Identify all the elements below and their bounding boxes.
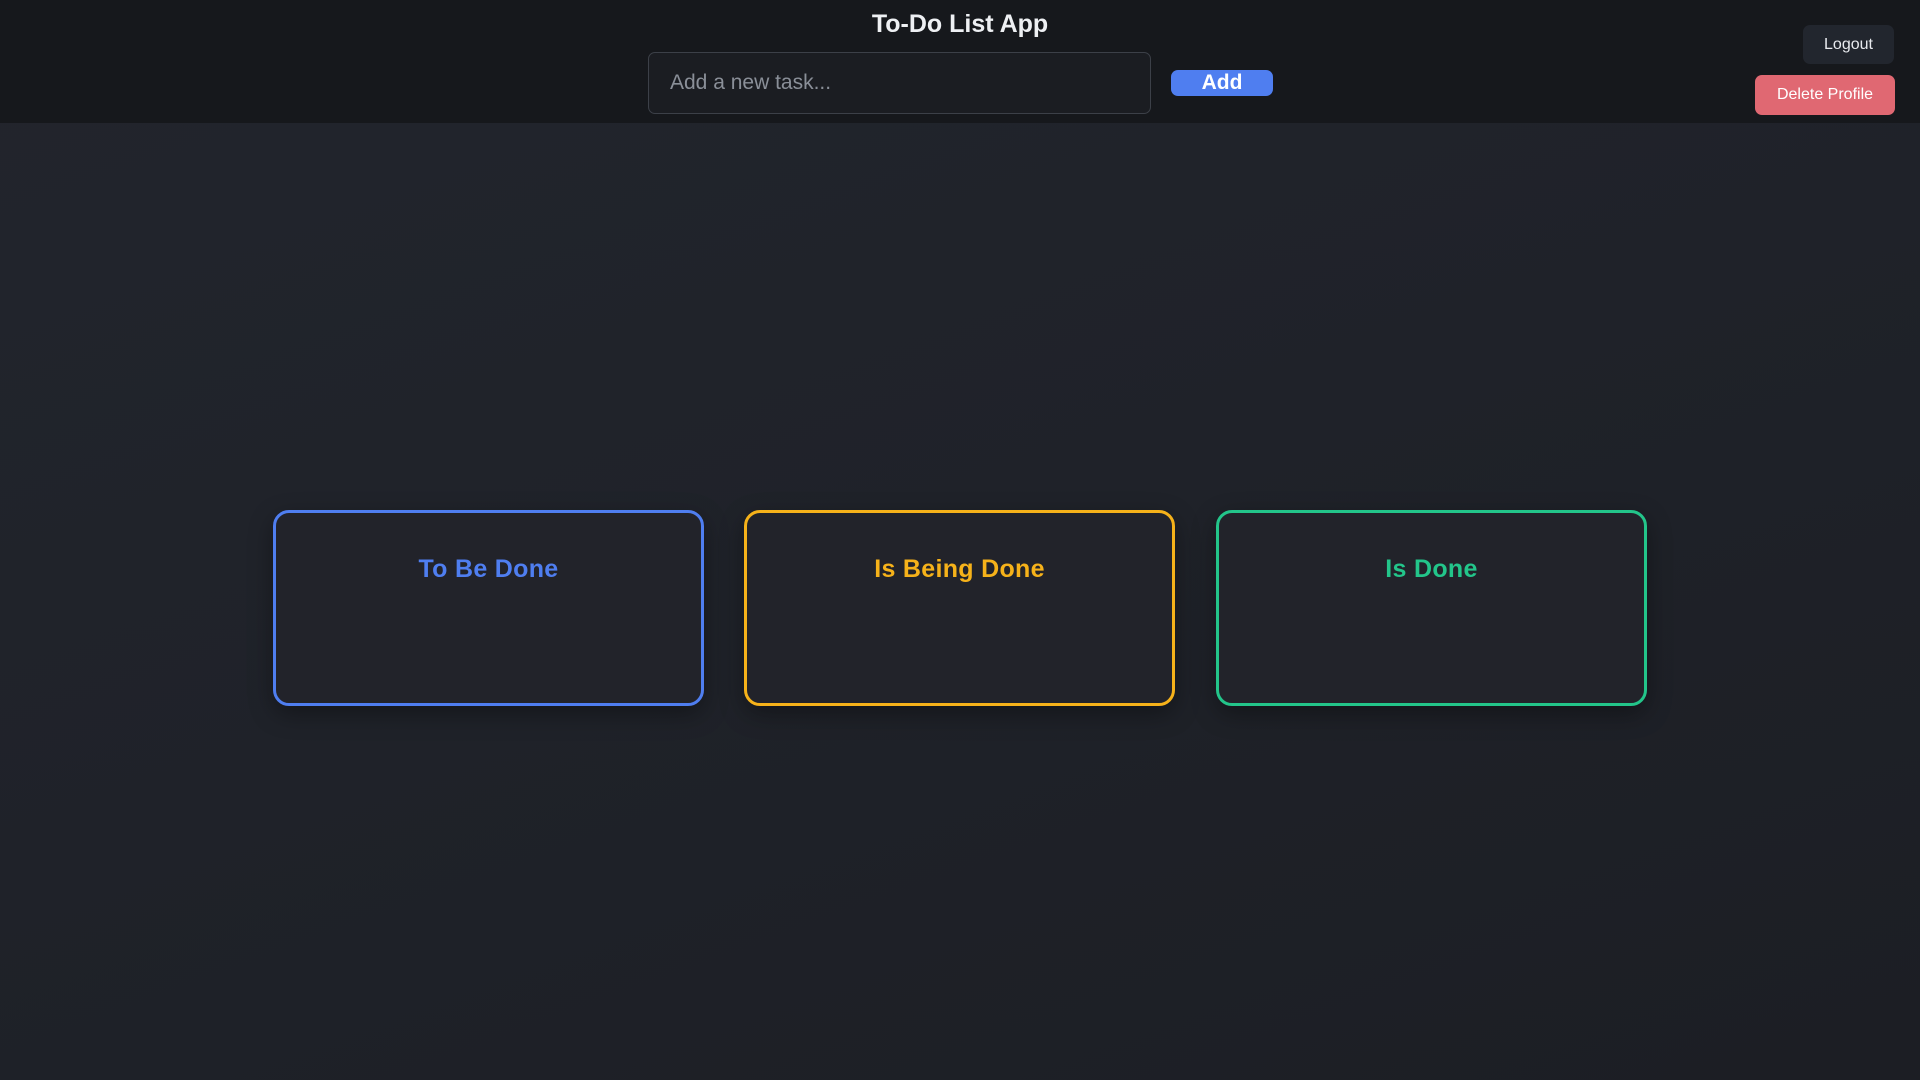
column-title-is-being-done: Is Being Done [874, 555, 1045, 583]
column-is-done[interactable]: Is Done [1216, 510, 1647, 706]
page-title: To-Do List App [871, 10, 1049, 38]
column-title-to-be-done: To Be Done [418, 555, 559, 583]
column-title-is-done: Is Done [1385, 555, 1478, 583]
delete-profile-button[interactable]: Delete Profile [1755, 75, 1895, 115]
column-to-be-done[interactable]: To Be Done [273, 510, 704, 706]
new-task-input[interactable] [648, 52, 1151, 114]
app-header: To-Do List App Add Logout Delete Profile [0, 0, 1920, 123]
column-is-being-done[interactable]: Is Being Done [744, 510, 1175, 706]
logout-button[interactable]: Logout [1803, 25, 1894, 64]
add-task-button[interactable]: Add [1171, 70, 1273, 96]
